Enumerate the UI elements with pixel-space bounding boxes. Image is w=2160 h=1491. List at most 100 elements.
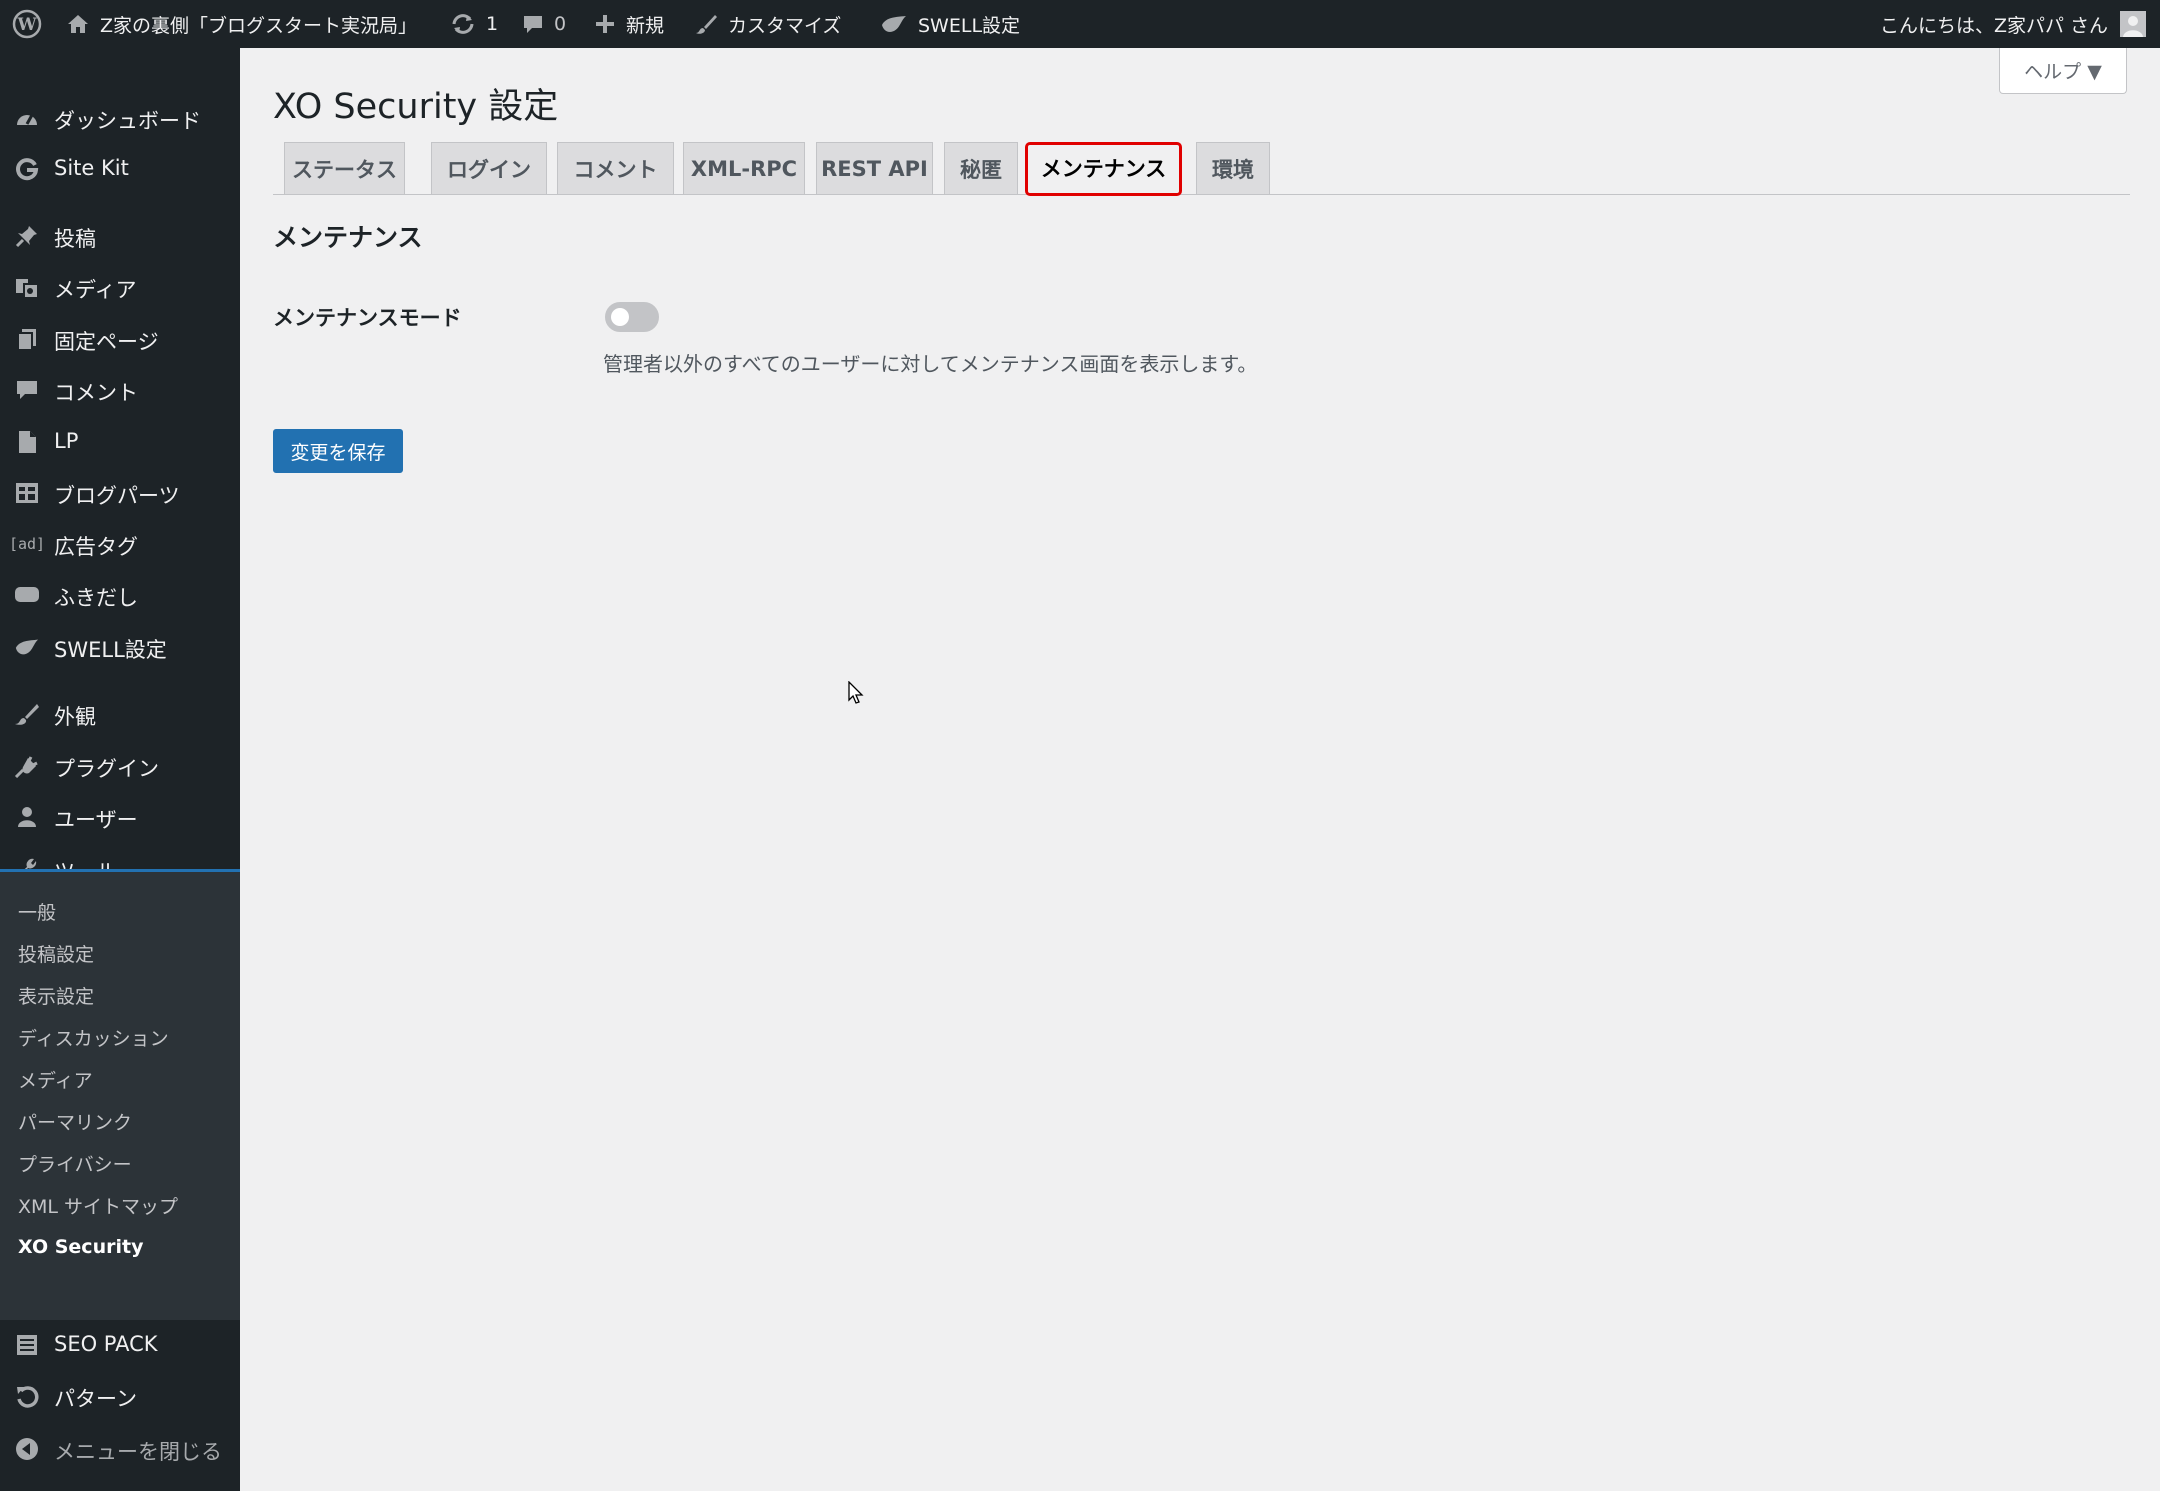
media-icon: [14, 275, 40, 299]
ad-tag-icon: [ad]: [8, 535, 46, 553]
sidebar-item-comments[interactable]: コメント: [0, 365, 240, 415]
customize-label: カスタマイズ: [728, 14, 842, 37]
sidebar-item-label: ダッシュボード: [54, 109, 201, 133]
collapse-menu-button[interactable]: メニューを閉じる: [0, 1424, 240, 1474]
refresh-icon: [450, 13, 476, 35]
sidebar-item-label: 外観: [54, 705, 96, 729]
sidebar-item-label: ブログパーツ: [54, 484, 180, 508]
new-content-label: 新規: [626, 14, 665, 37]
plug-icon: [14, 754, 40, 778]
comment-bubble-icon: [14, 378, 40, 402]
paintbrush-icon: [14, 702, 40, 726]
swell-bird-icon: [880, 13, 908, 35]
sidebar-item-seo-pack[interactable]: SEO PACK: [0, 1320, 240, 1370]
customize-link[interactable]: カスタマイズ: [694, 0, 841, 48]
mouse-cursor-icon: [848, 681, 864, 705]
sidebar-item-label: ユーザー: [54, 808, 138, 832]
sidebar-item-lp[interactable]: LP: [0, 417, 240, 467]
swell-settings-link[interactable]: SWELL設定: [880, 0, 1020, 48]
sidebar-item-appearance[interactable]: 外観: [0, 689, 240, 739]
collapse-arrow-icon: [14, 1437, 40, 1461]
pages-icon: [14, 327, 40, 351]
site-name-link[interactable]: Z家の裏側「ブログスタート実況局」: [66, 0, 417, 48]
settings-submenu: 一般 投稿設定 表示設定 ディスカッション メディア パーマリンク プライバシー…: [0, 872, 240, 1320]
sidebar-item-label: Site Kit: [54, 156, 129, 180]
sidebar-item-label: ふきだし: [54, 586, 138, 610]
wordpress-logo-button[interactable]: W: [12, 0, 42, 48]
admin-bar: W Z家の裏側「ブログスタート実況局」 1 0 新規 カスタマイズ SWELL設…: [0, 0, 2160, 48]
admin-sidebar: ダッシュボード Site Kit 投稿 メディア 固定ページ コメント LP ブ…: [0, 48, 240, 1491]
pushpin-icon: [14, 224, 40, 248]
sidebar-item-site-kit[interactable]: Site Kit: [0, 144, 240, 194]
tab-environment[interactable]: 環境: [1196, 142, 1270, 194]
sidebar-item-label: メディア: [54, 278, 137, 302]
tab-status[interactable]: ステータス: [284, 142, 405, 194]
tab-rest-api[interactable]: REST API: [816, 142, 933, 194]
sidebar-item-ad-tags[interactable]: [ad] 広告タグ: [0, 519, 240, 569]
site-name-text: Z家の裏側「ブログスタート実況局」: [100, 14, 418, 37]
submenu-item-privacy[interactable]: プライバシー: [18, 1150, 132, 1177]
dashboard-icon: [14, 106, 40, 130]
sidebar-item-label: SEO PACK: [54, 1332, 158, 1356]
sidebar-item-posts[interactable]: 投稿: [0, 211, 240, 261]
maintenance-mode-label: メンテナンスモード: [273, 306, 462, 330]
sidebar-item-users[interactable]: ユーザー: [0, 792, 240, 842]
home-icon: [66, 13, 90, 35]
sidebar-item-label: 投稿: [54, 227, 96, 251]
new-content-link[interactable]: 新規: [594, 0, 664, 48]
submenu-item-xo-security[interactable]: XO Security: [18, 1236, 143, 1258]
save-changes-button[interactable]: 変更を保存: [273, 429, 403, 473]
plus-icon: [594, 13, 616, 35]
help-button[interactable]: ヘルプ ▼: [1999, 48, 2127, 94]
sidebar-item-pages[interactable]: 固定ページ: [0, 314, 240, 364]
comments-link[interactable]: 0: [522, 0, 566, 48]
submenu-item-permalinks[interactable]: パーマリンク: [18, 1108, 132, 1135]
sidebar-item-label: LP: [54, 429, 79, 453]
sidebar-item-plugins[interactable]: プラグイン: [0, 741, 240, 791]
my-account-link[interactable]: こんにちは、Z家パパ さん: [1880, 0, 2146, 48]
sidebar-item-speech-balloon[interactable]: ふきだし: [0, 570, 240, 620]
submenu-item-xml-sitemap[interactable]: XML サイトマップ: [18, 1192, 178, 1219]
tab-secret[interactable]: 秘匿: [944, 142, 1018, 194]
submenu-item-discussion[interactable]: ディスカッション: [18, 1024, 169, 1051]
sidebar-item-media[interactable]: メディア: [0, 262, 240, 312]
sidebar-item-swell-settings[interactable]: SWELL設定: [0, 622, 240, 672]
tab-login[interactable]: ログイン: [431, 142, 547, 194]
paintbrush-icon: [694, 13, 718, 35]
sidebar-item-blog-parts[interactable]: ブログパーツ: [0, 468, 240, 518]
submenu-item-writing[interactable]: 投稿設定: [18, 940, 94, 967]
greeting-text: こんにちは、Z家パパ さん: [1879, 14, 2108, 37]
sidebar-item-label: プラグイン: [54, 757, 159, 781]
sidebar-item-dashboard[interactable]: ダッシュボード: [0, 93, 240, 143]
tab-comment[interactable]: コメント: [557, 142, 674, 194]
sidebar-item-label: メニューを閉じる: [54, 1440, 222, 1464]
google-g-icon: [14, 157, 40, 181]
active-tab-highlight: [1025, 142, 1182, 196]
avatar: [2120, 11, 2146, 37]
updates-count: 1: [486, 13, 499, 35]
tab-xml-rpc[interactable]: XML-RPC: [683, 142, 805, 194]
submenu-item-reading[interactable]: 表示設定: [18, 982, 94, 1009]
user-icon: [14, 805, 40, 829]
comments-count: 0: [554, 13, 567, 35]
updates-link[interactable]: 1: [450, 0, 498, 48]
sidebar-item-label: 広告タグ: [54, 535, 138, 559]
svg-text:W: W: [16, 15, 37, 35]
section-title: メンテナンス: [273, 223, 423, 252]
undo-arrow-icon: [14, 1384, 40, 1408]
sidebar-item-label: コメント: [54, 381, 138, 405]
submenu-item-media[interactable]: メディア: [18, 1066, 93, 1093]
submenu-item-general[interactable]: 一般: [18, 898, 56, 925]
list-icon: [14, 1333, 40, 1357]
sidebar-item-label: パターン: [54, 1387, 137, 1411]
maintenance-mode-toggle[interactable]: [605, 302, 659, 332]
grid-layout-icon: [14, 481, 40, 505]
toggle-knob: [611, 308, 629, 326]
document-icon: [14, 430, 40, 454]
comment-bubble-icon: [522, 13, 544, 35]
speech-balloon-icon: [14, 583, 40, 607]
sidebar-item-label: SWELL設定: [54, 638, 167, 662]
page-title: XO Security 設定: [273, 87, 559, 127]
sidebar-item-patterns[interactable]: パターン: [0, 1371, 240, 1421]
swell-bird-icon: [14, 635, 40, 659]
